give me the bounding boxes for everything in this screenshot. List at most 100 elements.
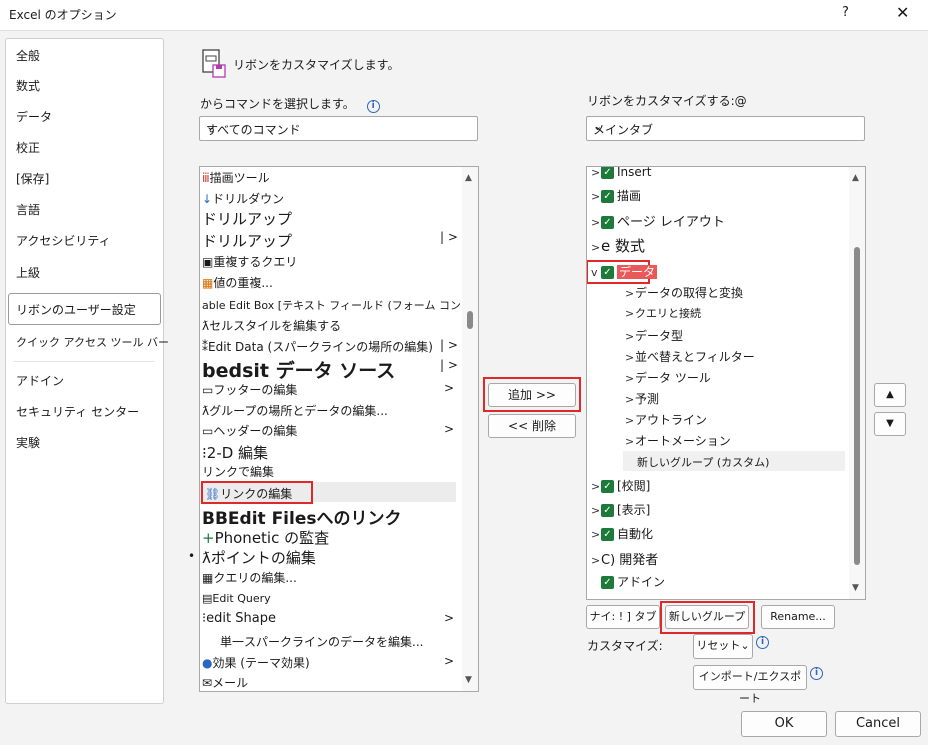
chevron-right-icon: > bbox=[591, 241, 601, 254]
help-button[interactable]: ? bbox=[842, 5, 849, 20]
list-item[interactable]: +Phonetic の監査 bbox=[202, 527, 329, 548]
remove-button[interactable]: << 削除 bbox=[488, 414, 576, 438]
nav-item-proofing[interactable]: 校正 bbox=[16, 139, 40, 156]
tree-item-draw[interactable]: > ✓ 描画 bbox=[591, 187, 641, 204]
nav-item-language[interactable]: 言語 bbox=[16, 201, 40, 218]
checkbox-checked-icon[interactable]: ✓ bbox=[601, 576, 614, 589]
list-item[interactable]: 単一スパークラインのデータを編集... bbox=[220, 633, 423, 650]
nav-item-general[interactable]: 全般 bbox=[16, 47, 40, 64]
close-button[interactable]: ✕ bbox=[896, 3, 909, 22]
import-export-button[interactable]: インポート/エクスポート bbox=[693, 665, 807, 705]
nav-item-accessibility[interactable]: アクセシビリティ bbox=[16, 232, 111, 249]
scroll-up-icon[interactable]: ▲ bbox=[465, 173, 472, 183]
list-item[interactable]: BBEdit Filesへのリンク bbox=[202, 504, 401, 529]
commands-list[interactable]: ⅲ描画ツール ↓ドリルダウン ドリルアップ ドリルアップ | > ▣重複するクエリ… bbox=[199, 166, 479, 692]
checkbox-checked-icon[interactable]: ✓ bbox=[601, 480, 614, 493]
checkbox-checked-icon[interactable]: ✓ bbox=[601, 216, 614, 229]
scroll-down-icon[interactable]: ▼ bbox=[852, 583, 859, 593]
list-item[interactable]: ƛポイントの編集 bbox=[202, 547, 316, 568]
pen-icon: ⅲ bbox=[202, 171, 210, 185]
scroll-up-icon[interactable]: ▲ bbox=[852, 173, 859, 183]
checkbox-checked-icon[interactable]: ✓ bbox=[601, 167, 614, 179]
reset-button[interactable]: リセット⌄ bbox=[693, 634, 753, 659]
tree-item-view[interactable]: > ✓ [表示] bbox=[591, 501, 650, 518]
list-item[interactable]: ⁝edit Shape > bbox=[202, 611, 454, 626]
list-item[interactable]: ↓ドリルダウン bbox=[202, 190, 284, 207]
tree-group[interactable]: >データ ツール bbox=[625, 369, 711, 386]
list-item[interactable]: ▦値の重複... bbox=[202, 274, 273, 291]
checkbox-checked-icon[interactable]: ✓ bbox=[601, 190, 614, 203]
list-item[interactable]: bedsit データ ソース | > bbox=[202, 356, 458, 383]
scroll-thumb[interactable] bbox=[854, 247, 860, 565]
tree-group[interactable]: >予測 bbox=[625, 390, 659, 407]
tabs-select[interactable]: メインタブ ⌄ bbox=[586, 116, 865, 141]
commands-from-select[interactable]: すべてのコマンド ⌄ bbox=[199, 116, 478, 141]
list-item[interactable]: ⁝2-D 編集 bbox=[202, 442, 268, 463]
commands-scrollbar[interactable]: ▲ ▼ bbox=[462, 167, 478, 691]
info-icon[interactable]: i bbox=[366, 100, 380, 113]
list-item[interactable]: ▣重複するクエリ bbox=[202, 253, 297, 270]
move-down-button[interactable]: ▼ bbox=[874, 412, 906, 436]
tree-group[interactable]: >並べ替えとフィルター bbox=[625, 348, 755, 365]
tree-item-automate[interactable]: > ✓ 自動化 bbox=[591, 525, 653, 542]
tree-group[interactable]: >オートメーション bbox=[625, 432, 731, 449]
cancel-button[interactable]: Cancel bbox=[835, 711, 921, 737]
scroll-down-icon[interactable]: ▼ bbox=[465, 675, 472, 685]
tree-item-page-layout[interactable]: > ✓ ページ レイアウト bbox=[591, 211, 725, 230]
checkbox-checked-icon[interactable]: ✓ bbox=[601, 528, 614, 541]
tree-scrollbar[interactable]: ▲ ▼ bbox=[849, 167, 865, 599]
info-icon[interactable]: i bbox=[810, 667, 823, 680]
tree-item-formulas[interactable]: >e 数式 bbox=[591, 235, 645, 256]
list-item[interactable]: able Edit Box [テキスト フィールド (フォーム コントロール)) bbox=[202, 297, 478, 313]
tree-group[interactable]: >アウトライン bbox=[625, 411, 707, 428]
list-item[interactable]: ƛグループの場所とデータの編集... bbox=[202, 402, 388, 419]
nav-item-save[interactable]: [保存] bbox=[16, 170, 49, 187]
chevron-right-icon: > bbox=[591, 528, 601, 541]
list-item-edit-links[interactable]: ⛓リンクの編集 bbox=[201, 481, 313, 504]
list-item[interactable]: ƛセルスタイルを編集する bbox=[202, 317, 341, 334]
ok-button[interactable]: OK bbox=[741, 711, 827, 737]
new-tab-button[interactable]: ナイ: ! ] タブ bbox=[586, 605, 660, 629]
tree-group-new-custom[interactable]: 新しいグループ (カスタム) bbox=[637, 454, 769, 470]
nav-item-advanced[interactable]: 上級 bbox=[16, 264, 40, 281]
tree-item-developer[interactable]: >C) 開発者 bbox=[591, 549, 658, 568]
chevron-right-icon: | > bbox=[440, 358, 458, 372]
nav-item-experiments[interactable]: 実験 bbox=[16, 434, 40, 451]
tree-item-data[interactable]: v ✓ データ bbox=[587, 260, 658, 284]
tree-group[interactable]: >クエリと接続 bbox=[625, 305, 701, 321]
new-group-button[interactable]: 新しいグループ bbox=[665, 605, 749, 629]
checkbox-checked-icon[interactable]: ✓ bbox=[601, 266, 614, 279]
list-item[interactable]: ▤Edit Query bbox=[202, 592, 271, 605]
list-item[interactable]: ドリルアップ | > bbox=[202, 230, 458, 251]
tree-item-review[interactable]: > ✓ [校閲] bbox=[591, 477, 650, 494]
nav-item-addins[interactable]: アドイン bbox=[16, 372, 64, 389]
list-item[interactable]: ⅲ描画ツール bbox=[202, 169, 270, 186]
add-button[interactable]: 追加 >> bbox=[488, 383, 576, 407]
list-item[interactable]: リンクで編集 bbox=[202, 463, 274, 480]
list-item[interactable]: ▭フッターの編集 > bbox=[202, 381, 454, 398]
scroll-thumb[interactable] bbox=[467, 311, 473, 329]
list-item[interactable]: ▦クエリの編集... bbox=[202, 569, 297, 586]
chevron-right-icon: > bbox=[444, 654, 455, 668]
nav-item-customize-ribbon[interactable]: リボンのユーザー設定 bbox=[16, 301, 136, 318]
nav-item-formulas[interactable]: 数式 bbox=[16, 77, 40, 94]
list-item[interactable]: ドリルアップ bbox=[202, 208, 292, 229]
rename-button[interactable]: Rename... bbox=[761, 605, 835, 629]
chevron-right-icon: > bbox=[591, 166, 601, 179]
nav-item-quick-access-toolbar[interactable]: クイック アクセス ツール バー bbox=[16, 334, 169, 350]
list-item[interactable]: ✉メール bbox=[202, 674, 248, 691]
checkbox-checked-icon[interactable]: ✓ bbox=[601, 504, 614, 517]
chevron-right-icon: > bbox=[591, 554, 601, 567]
info-icon[interactable]: i bbox=[756, 636, 769, 649]
nav-item-data[interactable]: データ bbox=[16, 108, 52, 125]
list-item[interactable]: ⁑Edit Data (スパークラインの場所の編集) | > bbox=[202, 338, 458, 355]
ribbon-tree[interactable]: > ✓ Insert > ✓ 描画 > ✓ ページ レイアウト >e 数式 v ✓ データ >デ… bbox=[586, 166, 866, 600]
tree-group[interactable]: >データ型 bbox=[625, 327, 683, 344]
tree-item-insert[interactable]: > ✓ Insert bbox=[591, 166, 651, 179]
nav-item-trust-center[interactable]: セキュリティ センター bbox=[16, 403, 139, 420]
move-up-button[interactable]: ▲ bbox=[874, 383, 906, 407]
list-item[interactable]: ●効果 (テーマ効果) > bbox=[202, 654, 454, 671]
tree-group[interactable]: >データの取得と変換 bbox=[625, 284, 743, 301]
list-item[interactable]: ▭ヘッダーの編集 > bbox=[202, 422, 454, 439]
tree-item-addins[interactable]: ✓ アドイン bbox=[601, 573, 665, 590]
